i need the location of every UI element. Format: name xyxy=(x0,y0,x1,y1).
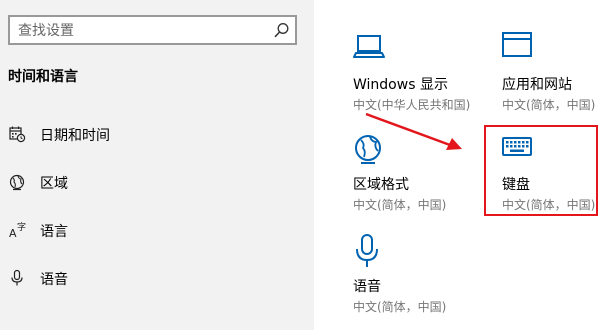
svg-text:A: A xyxy=(9,227,17,239)
language-icon: A 字 xyxy=(9,221,26,239)
svg-text:字: 字 xyxy=(17,221,26,233)
annotation-highlight-box xyxy=(484,125,598,216)
nav-label-language: 语言 xyxy=(40,224,68,240)
globe-edit-icon xyxy=(355,135,381,164)
microphone-icon xyxy=(11,269,23,286)
nav-label-speech: 语音 xyxy=(40,272,68,288)
tile-subtitle: 中文(简体，中国) xyxy=(353,300,447,314)
tile-subtitle: 中文(简体，中国) xyxy=(353,198,447,212)
tile-region-format[interactable]: 区域格式 中文(简体，中国) xyxy=(353,132,493,232)
search-input[interactable] xyxy=(18,21,268,41)
nav-item-date-time[interactable]: 日期和时间 xyxy=(0,116,314,152)
tile-title: Windows 显示 xyxy=(353,77,448,93)
globe-region-icon xyxy=(9,174,25,191)
tile-apps-websites[interactable]: 应用和网站 中文(简体，中国) xyxy=(502,32,600,132)
nav-label-region: 区域 xyxy=(40,176,68,192)
search-box[interactable] xyxy=(8,15,297,45)
tile-windows-display[interactable]: Windows 显示 中文(中华人民共和国) xyxy=(353,32,493,132)
window-icon xyxy=(502,32,532,57)
tile-subtitle: 中文(中华人民共和国) xyxy=(353,98,471,112)
tile-title: 应用和网站 xyxy=(502,77,572,93)
calendar-clock-icon xyxy=(9,126,26,143)
nav-item-language[interactable]: A 字 语言 xyxy=(0,212,314,248)
nav-item-region[interactable]: 区域 xyxy=(0,164,314,200)
tile-subtitle: 中文(简体，中国) xyxy=(502,98,596,112)
nav-item-speech[interactable]: 语音 xyxy=(0,260,314,296)
microphone-icon xyxy=(356,234,378,267)
laptop-icon xyxy=(353,35,385,58)
tile-title: 语音 xyxy=(353,279,381,295)
tile-title: 区域格式 xyxy=(353,177,409,193)
settings-sidebar: 时间和语言 日期和时间 区域 A 字 语言 xyxy=(0,0,314,330)
tile-speech[interactable]: 语音 中文(简体，中国) xyxy=(353,234,493,330)
search-icon[interactable] xyxy=(273,22,290,39)
section-title: 时间和语言 xyxy=(8,69,78,85)
nav-label-date-time: 日期和时间 xyxy=(40,128,110,144)
